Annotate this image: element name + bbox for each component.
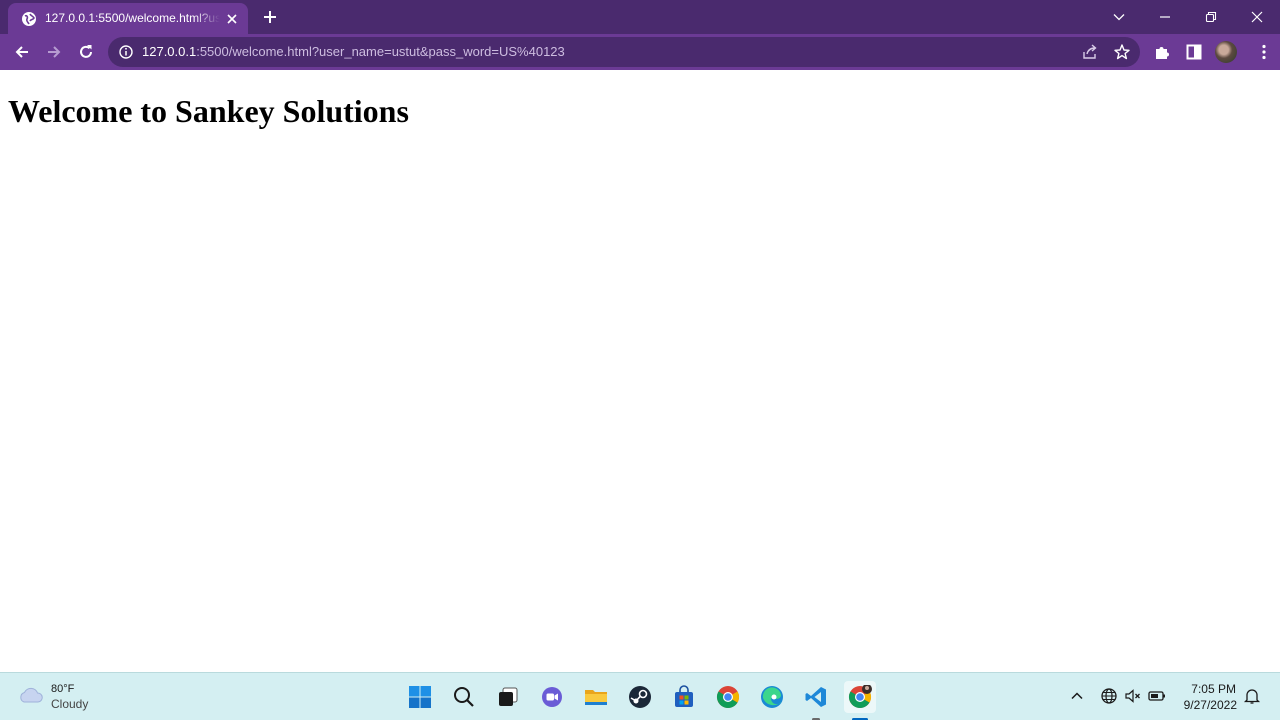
windows-taskbar: 80°F Cloudy 7:05 PM 9/27/2022 [0, 672, 1280, 720]
weather-temperature: 80°F [51, 683, 75, 695]
page-viewport: Welcome to Sankey Solutions [0, 70, 1280, 672]
start-button[interactable] [404, 681, 436, 713]
browser-toolbar: 127.0.0.1:5500/welcome.html?user_name=us… [0, 34, 1280, 70]
tab-title: 127.0.0.1:5500/welcome.html?user_name=us… [45, 11, 220, 25]
side-panel-icon [1186, 44, 1202, 60]
notification-icon[interactable] [1243, 687, 1261, 705]
edge-button[interactable] [756, 681, 788, 713]
file-explorer-icon [585, 690, 607, 705]
volume-muted-icon[interactable] [1124, 687, 1142, 705]
url-host: 127.0.0.1 [142, 44, 197, 59]
browser-tab[interactable]: 127.0.0.1:5500/welcome.html?user_name=us… [8, 3, 248, 34]
address-bar[interactable]: 127.0.0.1:5500/welcome.html?user_name=us… [108, 37, 1140, 67]
back-arrow-icon [15, 46, 28, 58]
browser-menu-button[interactable] [1250, 38, 1278, 66]
chevron-up-icon[interactable] [1068, 687, 1086, 705]
bookmark-star-icon[interactable] [1112, 42, 1132, 62]
battery-icon[interactable] [1148, 687, 1166, 705]
chrome-profile-icon [849, 685, 872, 708]
clock-time: 7:05 PM [1191, 682, 1236, 696]
restore-button[interactable] [1188, 0, 1234, 34]
tab-search-button[interactable] [1096, 0, 1142, 34]
url-path: :5500/welcome.html?user_name=ustut&pass_… [196, 44, 565, 59]
page-heading: Welcome to Sankey Solutions [8, 93, 409, 129]
task-view-button[interactable] [492, 681, 524, 713]
task-view-icon [499, 687, 518, 706]
forward-button[interactable] [40, 38, 68, 66]
window-close-button[interactable] [1234, 0, 1280, 34]
chat-icon [542, 687, 562, 707]
vscode-icon [805, 687, 826, 707]
network-icon[interactable] [1100, 687, 1118, 705]
back-button[interactable] [8, 38, 36, 66]
chrome-profile-button[interactable] [844, 681, 876, 720]
windows-start-icon [409, 686, 431, 708]
steam-button[interactable] [624, 681, 656, 713]
vscode-button[interactable] [800, 681, 832, 720]
forward-arrow-icon [48, 46, 61, 58]
kebab-menu-icon [1262, 44, 1266, 60]
reload-icon [80, 45, 92, 58]
profile-avatar[interactable] [1215, 41, 1237, 63]
chrome-button[interactable] [712, 681, 744, 713]
tab-close-icon[interactable] [223, 10, 241, 28]
taskbar-search-button[interactable] [448, 681, 480, 713]
info-icon[interactable] [118, 44, 134, 60]
chevron-down-icon [1113, 14, 1125, 21]
cloud-icon [20, 687, 43, 703]
share-icon[interactable] [1080, 42, 1100, 62]
chrome-icon [717, 686, 739, 708]
minimize-button[interactable] [1142, 0, 1188, 34]
minimize-icon [1160, 16, 1170, 18]
browser-title-bar: 127.0.0.1:5500/welcome.html?user_name=us… [0, 0, 1280, 34]
file-explorer-button[interactable] [580, 681, 612, 713]
extensions-button[interactable] [1148, 38, 1176, 66]
restore-icon [1205, 11, 1217, 23]
puzzle-icon [1156, 47, 1169, 59]
close-icon [1251, 11, 1263, 23]
edge-icon [761, 686, 783, 708]
side-panel-button[interactable] [1180, 38, 1208, 66]
clock-date: 9/27/2022 [1183, 698, 1237, 712]
microsoft-store-button[interactable] [668, 681, 700, 713]
store-icon [675, 685, 693, 707]
chat-button[interactable] [536, 681, 568, 713]
reload-button[interactable] [72, 38, 100, 66]
url-text[interactable]: 127.0.0.1:5500/welcome.html?user_name=us… [142, 44, 565, 60]
new-tab-plus-icon[interactable] [259, 6, 281, 28]
steam-icon [629, 686, 651, 708]
globe-icon [22, 12, 36, 26]
search-icon [454, 687, 474, 707]
weather-description: Cloudy [51, 697, 89, 711]
